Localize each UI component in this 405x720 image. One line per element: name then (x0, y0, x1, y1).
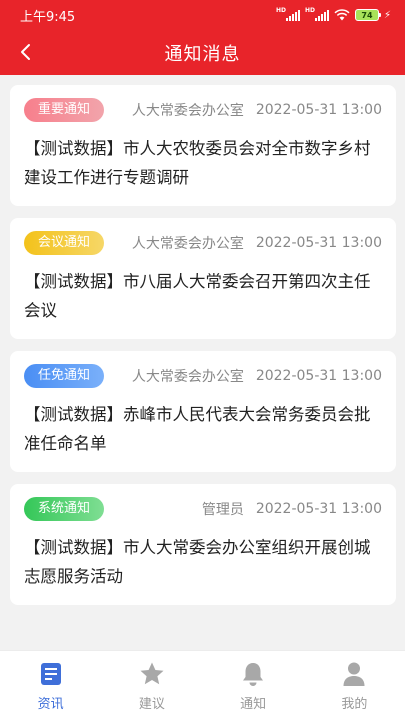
notice-tag: 重要通知 (24, 98, 105, 122)
status-bar: 上午9:45 HD HD 74 ⚡ (0, 0, 405, 30)
chevron-left-icon (21, 44, 30, 60)
tab-news[interactable]: 资讯 (11, 651, 91, 720)
tab-label: 建议 (138, 697, 165, 712)
notice-date: 2022-05-31 13:00 (255, 235, 382, 251)
notice-tag: 系统通知 (24, 497, 105, 521)
notice-title: 【测试数据】赤峰市人民代表大会常务委员会批准任命名单 (24, 405, 371, 453)
charging-icon: ⚡ (383, 9, 391, 21)
notice-meta: 系统通知 管理员 2022-05-31 13:00 (24, 497, 382, 521)
tab-suggestions[interactable]: 建议 (112, 651, 192, 720)
signal-icon: HD (276, 7, 300, 21)
notice-source: 管理员 (201, 502, 244, 518)
notice-source: 人大常委会办公室 (131, 103, 244, 119)
notice-meta: 重要通知 人大常委会办公室 2022-05-31 13:00 (24, 98, 382, 122)
notice-list: 重要通知 人大常委会办公室 2022-05-31 13:00 【测试数据】市人大… (10, 85, 396, 617)
notice-meta: 会议通知 人大常委会办公室 2022-05-31 13:00 (24, 231, 382, 255)
status-icons: HD HD 74 ⚡ (276, 7, 391, 21)
notice-card[interactable]: 会议通知 人大常委会办公室 2022-05-31 13:00 【测试数据】市八届… (10, 218, 396, 339)
screen: 上午9:45 HD HD 74 ⚡ 通知消息 重要通知 人大常委会办公室 202… (0, 0, 405, 720)
tab-label: 我的 (341, 697, 368, 712)
document-icon (38, 661, 64, 687)
page-title: 通知消息 (164, 43, 241, 65)
notice-date: 2022-05-31 13:00 (255, 368, 382, 384)
notice-tag: 会议通知 (24, 231, 105, 255)
tab-label: 通知 (240, 697, 267, 712)
notice-title: 【测试数据】市人大农牧委员会对全市数字乡村建设工作进行专题调研 (24, 139, 371, 187)
wifi-icon (334, 9, 350, 21)
battery-level: 74 (361, 10, 373, 20)
user-icon (341, 661, 367, 687)
tab-label: 资讯 (37, 697, 64, 712)
tab-bar: 资讯 建议 通知 我的 (0, 650, 405, 720)
notice-source: 人大常委会办公室 (131, 236, 244, 252)
signal-icon-2: HD (305, 7, 329, 21)
notice-title: 【测试数据】市人大常委会办公室组织开展创城志愿服务活动 (24, 538, 371, 586)
back-button[interactable] (10, 37, 40, 67)
notice-source: 人大常委会办公室 (131, 369, 244, 385)
battery-icon: 74 (354, 9, 381, 21)
notice-title: 【测试数据】市八届人大常委会召开第四次主任会议 (24, 272, 371, 320)
notice-meta: 任免通知 人大常委会办公室 2022-05-31 13:00 (24, 364, 382, 388)
bell-icon (240, 661, 266, 687)
star-icon (139, 661, 165, 687)
notice-tag: 任免通知 (24, 364, 105, 388)
notice-card[interactable]: 系统通知 管理员 2022-05-31 13:00 【测试数据】市人大常委会办公… (10, 484, 396, 605)
notice-card[interactable]: 重要通知 人大常委会办公室 2022-05-31 13:00 【测试数据】市人大… (10, 85, 396, 206)
status-time: 上午9:45 (20, 9, 76, 25)
nav-bar: 通知消息 (0, 30, 405, 75)
notice-card[interactable]: 任免通知 人大常委会办公室 2022-05-31 13:00 【测试数据】赤峰市… (10, 351, 396, 472)
notice-date: 2022-05-31 13:00 (255, 102, 382, 118)
tab-profile[interactable]: 我的 (314, 651, 394, 720)
tab-notifications[interactable]: 通知 (213, 651, 293, 720)
notice-date: 2022-05-31 13:00 (255, 501, 382, 517)
